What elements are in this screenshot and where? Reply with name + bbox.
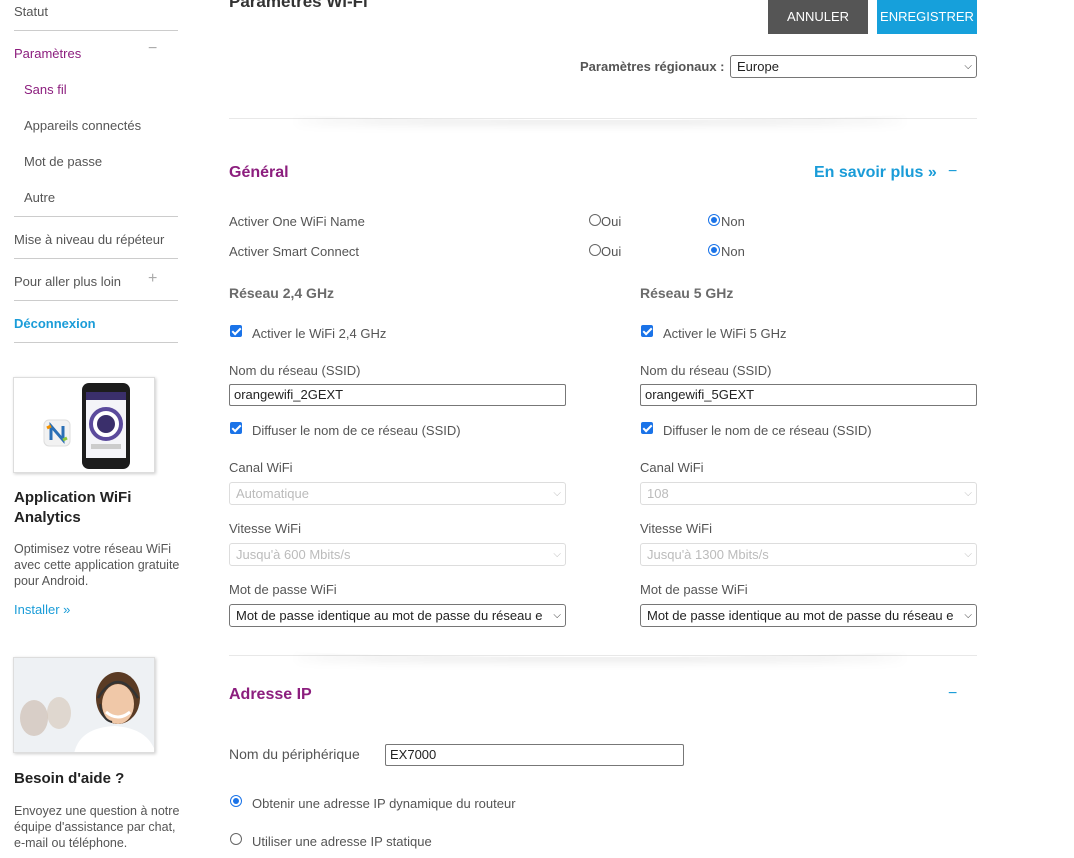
- region-select-value: Europe: [737, 59, 779, 74]
- band5-speed-select[interactable]: Jusqu'à 1300 Mbits/s ⌵: [640, 543, 977, 566]
- device-name-input[interactable]: EX7000: [385, 744, 684, 766]
- band5-broadcast-checkbox[interactable]: [641, 422, 653, 434]
- general-section-title: Général: [229, 164, 289, 181]
- static-ip-label: Utiliser une adresse IP statique: [252, 834, 432, 849]
- collapse-icon[interactable]: −: [948, 163, 957, 181]
- band24-password-value: Mot de passe identique au mot de passe d…: [236, 608, 543, 623]
- help-promo-title: Besoin d'aide ?: [14, 770, 125, 787]
- help-promo-image[interactable]: [13, 657, 155, 753]
- band5-password-value: Mot de passe identique au mot de passe d…: [647, 608, 954, 623]
- nav-connected-devices[interactable]: Appareils connectés: [24, 118, 141, 133]
- band5-title: Réseau 5 GHz: [640, 285, 734, 301]
- chevron-down-icon: ⌵: [553, 488, 561, 499]
- cancel-button[interactable]: ANNULER: [768, 0, 868, 34]
- sidebar: Statut Paramètres − Sans fil Appareils c…: [0, 0, 190, 858]
- region-select[interactable]: Europe ⌵: [730, 55, 977, 78]
- band5-speed-value: Jusqu'à 1300 Mbits/s: [647, 547, 769, 562]
- one-wifi-no-radio[interactable]: [708, 214, 720, 226]
- collapse-icon[interactable]: −: [148, 40, 157, 58]
- app-promo-title: Application WiFi Analytics: [14, 489, 132, 526]
- band24-ssid-label: Nom du réseau (SSID): [229, 363, 361, 378]
- nav-divider: [14, 300, 178, 301]
- expand-icon[interactable]: +: [148, 270, 157, 288]
- ip-section-title: Adresse IP: [229, 686, 312, 703]
- nav-password[interactable]: Mot de passe: [24, 154, 102, 169]
- nav-other[interactable]: Autre: [24, 190, 55, 205]
- nav-divider: [14, 216, 178, 217]
- band5-enable-checkbox[interactable]: [641, 325, 653, 337]
- band24-speed-value: Jusqu'à 600 Mbits/s: [236, 547, 351, 562]
- chevron-down-icon: ⌵: [964, 488, 972, 499]
- band5-enable-label: Activer le WiFi 5 GHz: [663, 326, 787, 341]
- nav-divider: [14, 342, 178, 343]
- one-wifi-yes-radio[interactable]: [589, 214, 601, 226]
- save-button[interactable]: ENREGISTRER: [877, 0, 977, 34]
- band24-title: Réseau 2,4 GHz: [229, 285, 335, 301]
- band24-enable-label: Activer le WiFi 2,4 GHz: [252, 326, 387, 341]
- band24-speed-label: Vitesse WiFi: [229, 521, 301, 536]
- one-wifi-no-label: Non: [721, 214, 745, 229]
- section-divider-shadow: [290, 643, 910, 657]
- band24-channel-value: Automatique: [236, 486, 309, 501]
- band24-enable-checkbox[interactable]: [230, 325, 242, 337]
- band5-speed-label: Vitesse WiFi: [640, 521, 712, 536]
- nav-divider: [14, 30, 178, 31]
- chevron-down-icon: ⌵: [964, 61, 972, 72]
- smart-connect-label: Activer Smart Connect: [229, 244, 360, 259]
- band5-channel-label: Canal WiFi: [640, 460, 704, 475]
- band5-channel-select[interactable]: 108 ⌵: [640, 482, 977, 505]
- chevron-down-icon: ⌵: [553, 549, 561, 560]
- page-title: Paramètres Wi-Fi: [229, 0, 368, 11]
- phone-app-illustration: [14, 378, 154, 472]
- nav-more[interactable]: Pour aller plus loin: [14, 274, 121, 289]
- static-ip-radio[interactable]: [230, 833, 242, 845]
- collapse-icon[interactable]: −: [948, 685, 957, 703]
- chevron-down-icon: ⌵: [964, 610, 972, 621]
- section-divider-shadow: [290, 106, 910, 120]
- band24-password-select[interactable]: Mot de passe identique au mot de passe d…: [229, 604, 566, 627]
- one-wifi-yes-label: Oui: [601, 214, 622, 229]
- band24-channel-label: Canal WiFi: [229, 460, 293, 475]
- band5-ssid-input[interactable]: orangewifi_5GEXT: [640, 384, 977, 406]
- dynamic-ip-radio[interactable]: [230, 795, 242, 807]
- device-name-label: Nom du périphérique: [229, 746, 360, 762]
- one-wifi-name-label: Activer One WiFi Name: [229, 214, 365, 229]
- nav-upgrade[interactable]: Mise à niveau du répéteur: [14, 232, 164, 247]
- smart-connect-no-label: Non: [721, 244, 745, 259]
- nav-divider: [14, 258, 178, 259]
- app-promo-image[interactable]: [13, 377, 155, 473]
- band24-broadcast-checkbox[interactable]: [230, 422, 242, 434]
- band24-ssid-input[interactable]: orangewifi_2GEXT: [229, 384, 566, 406]
- learn-more-link[interactable]: En savoir plus »: [814, 164, 937, 182]
- support-agent-illustration: [14, 658, 154, 752]
- chevron-down-icon: ⌵: [964, 549, 972, 560]
- chevron-down-icon: ⌵: [553, 610, 561, 621]
- install-link[interactable]: Installer »: [14, 602, 70, 617]
- band24-channel-select[interactable]: Automatique ⌵: [229, 482, 566, 505]
- app-promo-text: Optimisez votre réseau WiFi avec cette a…: [14, 542, 180, 588]
- region-label: Paramètres régionaux :: [580, 59, 725, 74]
- band5-broadcast-label: Diffuser le nom de ce réseau (SSID): [663, 423, 872, 438]
- band5-ssid-label: Nom du réseau (SSID): [640, 363, 772, 378]
- band24-password-label: Mot de passe WiFi: [229, 582, 337, 597]
- nav-wireless[interactable]: Sans fil: [24, 82, 67, 97]
- band24-speed-select[interactable]: Jusqu'à 600 Mbits/s ⌵: [229, 543, 566, 566]
- nav-settings[interactable]: Paramètres: [14, 46, 81, 61]
- help-promo-text: Envoyez une question à notre équipe d'as…: [14, 804, 180, 850]
- band5-password-label: Mot de passe WiFi: [640, 582, 748, 597]
- nav-status[interactable]: Statut: [14, 4, 48, 19]
- band5-password-select[interactable]: Mot de passe identique au mot de passe d…: [640, 604, 977, 627]
- smart-connect-no-radio[interactable]: [708, 244, 720, 256]
- nav-logout[interactable]: Déconnexion: [14, 316, 96, 331]
- band5-channel-value: 108: [647, 486, 669, 501]
- band24-broadcast-label: Diffuser le nom de ce réseau (SSID): [252, 423, 461, 438]
- dynamic-ip-label: Obtenir une adresse IP dynamique du rout…: [252, 796, 516, 811]
- smart-connect-yes-radio[interactable]: [589, 244, 601, 256]
- smart-connect-yes-label: Oui: [601, 244, 622, 259]
